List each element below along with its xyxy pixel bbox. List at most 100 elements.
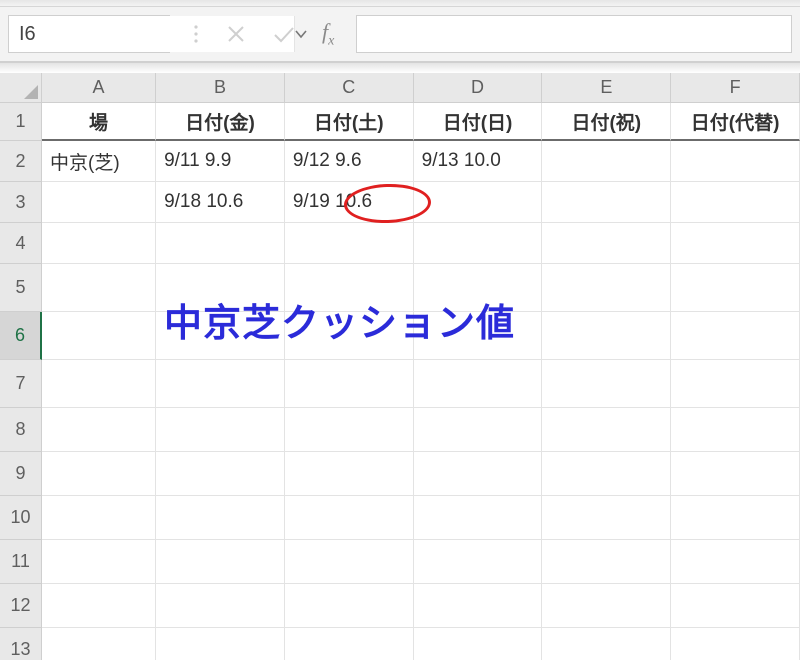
cell-D11[interactable]	[414, 540, 543, 584]
cell-A1[interactable]: 場	[42, 103, 156, 141]
column-header-D[interactable]: D	[414, 73, 543, 103]
cell-F10[interactable]	[671, 496, 800, 540]
cell-C5[interactable]	[285, 264, 414, 312]
cell-B4[interactable]	[156, 223, 285, 264]
cell-E8[interactable]	[542, 408, 671, 452]
row-header-5[interactable]: 5	[0, 264, 42, 312]
cell-A2[interactable]: 中京(芝)	[42, 141, 156, 182]
cell-E6[interactable]	[542, 312, 671, 360]
cell-C4[interactable]	[285, 223, 414, 264]
cell-C8[interactable]	[285, 408, 414, 452]
cell-B12[interactable]	[156, 584, 285, 628]
cell-A12[interactable]	[42, 584, 156, 628]
select-all-corner[interactable]	[0, 73, 42, 103]
cell-D12[interactable]	[414, 584, 543, 628]
cell-B6[interactable]	[156, 312, 285, 360]
cell-D1[interactable]: 日付(日)	[414, 103, 543, 141]
name-box-wrap[interactable]	[8, 15, 170, 53]
column-header-B[interactable]: B	[156, 73, 285, 103]
cell-F4[interactable]	[671, 223, 800, 264]
cell-C6[interactable]	[285, 312, 414, 360]
cell-E5[interactable]	[542, 264, 671, 312]
cell-F3[interactable]	[671, 182, 800, 223]
cell-F9[interactable]	[671, 452, 800, 496]
cell-C2[interactable]: 9/12 9.6	[285, 141, 414, 182]
row-header-11[interactable]: 11	[0, 540, 42, 584]
cell-C1[interactable]: 日付(土)	[285, 103, 414, 141]
cell-F5[interactable]	[671, 264, 800, 312]
cell-F8[interactable]	[671, 408, 800, 452]
fx-icon[interactable]: fx	[322, 19, 334, 49]
column-header-F[interactable]: F	[671, 73, 800, 103]
row-header-12[interactable]: 12	[0, 584, 42, 628]
cell-F7[interactable]	[671, 360, 800, 408]
cell-D6[interactable]	[414, 312, 543, 360]
column-header-E[interactable]: E	[542, 73, 671, 103]
cell-E9[interactable]	[542, 452, 671, 496]
row-header-9[interactable]: 9	[0, 452, 42, 496]
row-header-2[interactable]: 2	[0, 141, 42, 182]
cell-C9[interactable]	[285, 452, 414, 496]
column-header-A[interactable]: A	[42, 73, 156, 103]
cell-A3[interactable]	[42, 182, 156, 223]
cell-E1[interactable]: 日付(祝)	[542, 103, 671, 141]
cell-A10[interactable]	[42, 496, 156, 540]
cell-E3[interactable]	[542, 182, 671, 223]
cell-E7[interactable]	[542, 360, 671, 408]
cell-B13[interactable]	[156, 628, 285, 660]
column-header-C[interactable]: C	[285, 73, 414, 103]
row-header-8[interactable]: 8	[0, 408, 42, 452]
cell-F13[interactable]	[671, 628, 800, 660]
row-header-1[interactable]: 1	[0, 103, 42, 141]
cell-B11[interactable]	[156, 540, 285, 584]
cell-A5[interactable]	[42, 264, 156, 312]
cell-B2[interactable]: 9/11 9.9	[156, 141, 285, 182]
cell-F6[interactable]	[671, 312, 800, 360]
cell-B1[interactable]: 日付(金)	[156, 103, 285, 141]
cell-A9[interactable]	[42, 452, 156, 496]
cell-B9[interactable]	[156, 452, 285, 496]
cell-D2[interactable]: 9/13 10.0	[414, 141, 543, 182]
cell-A11[interactable]	[42, 540, 156, 584]
cell-F11[interactable]	[671, 540, 800, 584]
cell-C7[interactable]	[285, 360, 414, 408]
cell-E4[interactable]	[542, 223, 671, 264]
cell-B8[interactable]	[156, 408, 285, 452]
row-header-13[interactable]: 13	[0, 628, 42, 660]
cell-A7[interactable]	[42, 360, 156, 408]
row-header-7[interactable]: 7	[0, 360, 42, 408]
cell-B3[interactable]: 9/18 10.6	[156, 182, 285, 223]
cell-E11[interactable]	[542, 540, 671, 584]
cell-F12[interactable]	[671, 584, 800, 628]
cell-E2[interactable]	[542, 141, 671, 182]
cell-D13[interactable]	[414, 628, 543, 660]
cell-C13[interactable]	[285, 628, 414, 660]
cell-B7[interactable]	[156, 360, 285, 408]
cell-A13[interactable]	[42, 628, 156, 660]
cell-D9[interactable]	[414, 452, 543, 496]
cell-C10[interactable]	[285, 496, 414, 540]
row-header-3[interactable]: 3	[0, 182, 42, 223]
row-header-4[interactable]: 4	[0, 223, 42, 264]
cell-B10[interactable]	[156, 496, 285, 540]
cell-D10[interactable]	[414, 496, 543, 540]
cell-A8[interactable]	[42, 408, 156, 452]
cell-A6[interactable]	[42, 312, 156, 360]
cell-C12[interactable]	[285, 584, 414, 628]
cell-B5[interactable]	[156, 264, 285, 312]
cell-C3[interactable]: 9/19 10.6	[285, 182, 414, 223]
formula-input[interactable]	[356, 15, 792, 53]
cell-A4[interactable]	[42, 223, 156, 264]
cell-F2[interactable]	[671, 141, 800, 182]
cell-D7[interactable]	[414, 360, 543, 408]
cell-D3[interactable]	[414, 182, 543, 223]
cell-E10[interactable]	[542, 496, 671, 540]
cell-D4[interactable]	[414, 223, 543, 264]
cell-E12[interactable]	[542, 584, 671, 628]
cell-D8[interactable]	[414, 408, 543, 452]
cell-E13[interactable]	[542, 628, 671, 660]
row-header-6[interactable]: 6	[0, 312, 42, 360]
cell-C11[interactable]	[285, 540, 414, 584]
row-header-10[interactable]: 10	[0, 496, 42, 540]
cell-D5[interactable]	[414, 264, 543, 312]
